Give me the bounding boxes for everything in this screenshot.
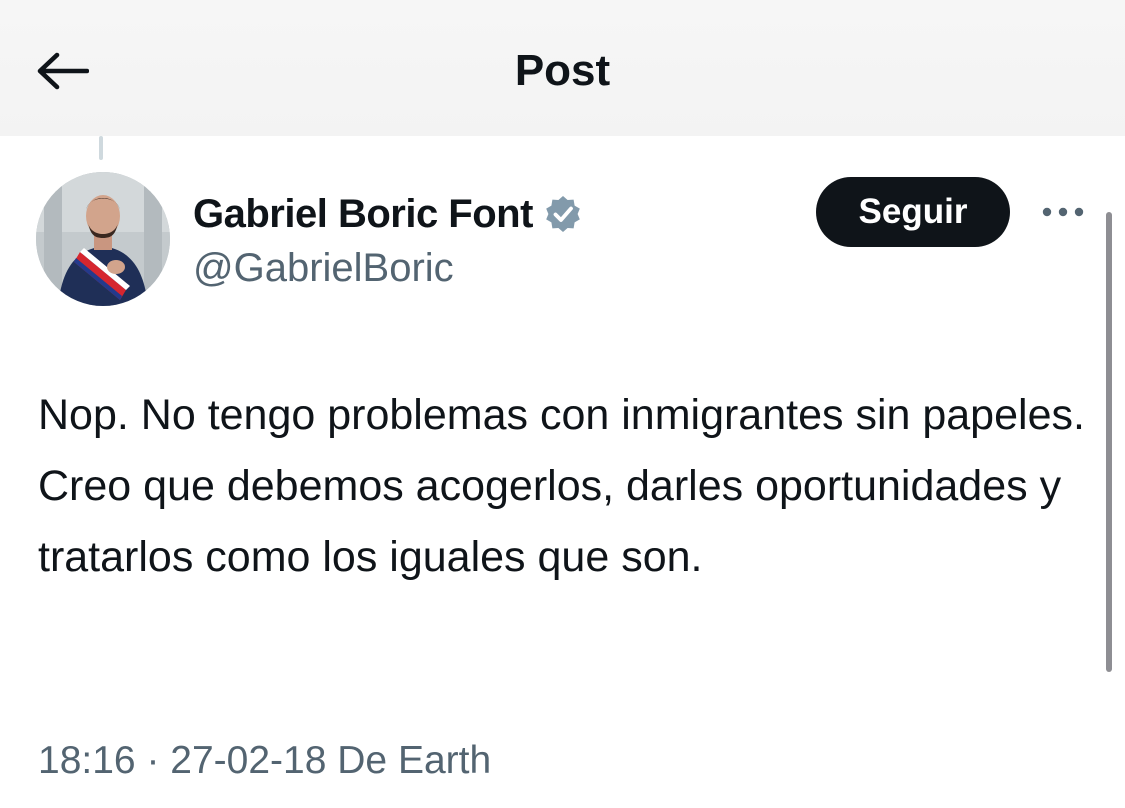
follow-button[interactable]: Seguir	[816, 177, 1010, 247]
top-bar: Post	[0, 0, 1125, 136]
profile-photo	[36, 172, 170, 306]
tweet-time[interactable]: 18:16	[38, 739, 136, 782]
tweet-date[interactable]: 27-02-18	[170, 739, 326, 782]
author-display-name[interactable]: Gabriel Boric Font	[193, 192, 533, 237]
author-name-row: Gabriel Boric Font	[193, 188, 583, 240]
more-options-button[interactable]	[1038, 196, 1088, 228]
meta-separator: ·	[146, 739, 160, 782]
more-horizontal-icon	[1042, 207, 1084, 217]
avatar[interactable]	[36, 172, 170, 306]
page-title: Post	[514, 46, 611, 95]
author-handle[interactable]: @GabrielBoric	[193, 244, 454, 292]
tweet-text: Nop. No tengo problemas con inmigrantes …	[38, 391, 1085, 581]
thread-connector-line	[99, 136, 103, 160]
tweet-metadata: 18:16 · 27-02-18 De Earth	[38, 735, 491, 787]
scrollbar[interactable]	[1106, 212, 1112, 672]
tweet-source: De Earth	[337, 739, 492, 782]
verified-badge-icon	[546, 196, 580, 232]
